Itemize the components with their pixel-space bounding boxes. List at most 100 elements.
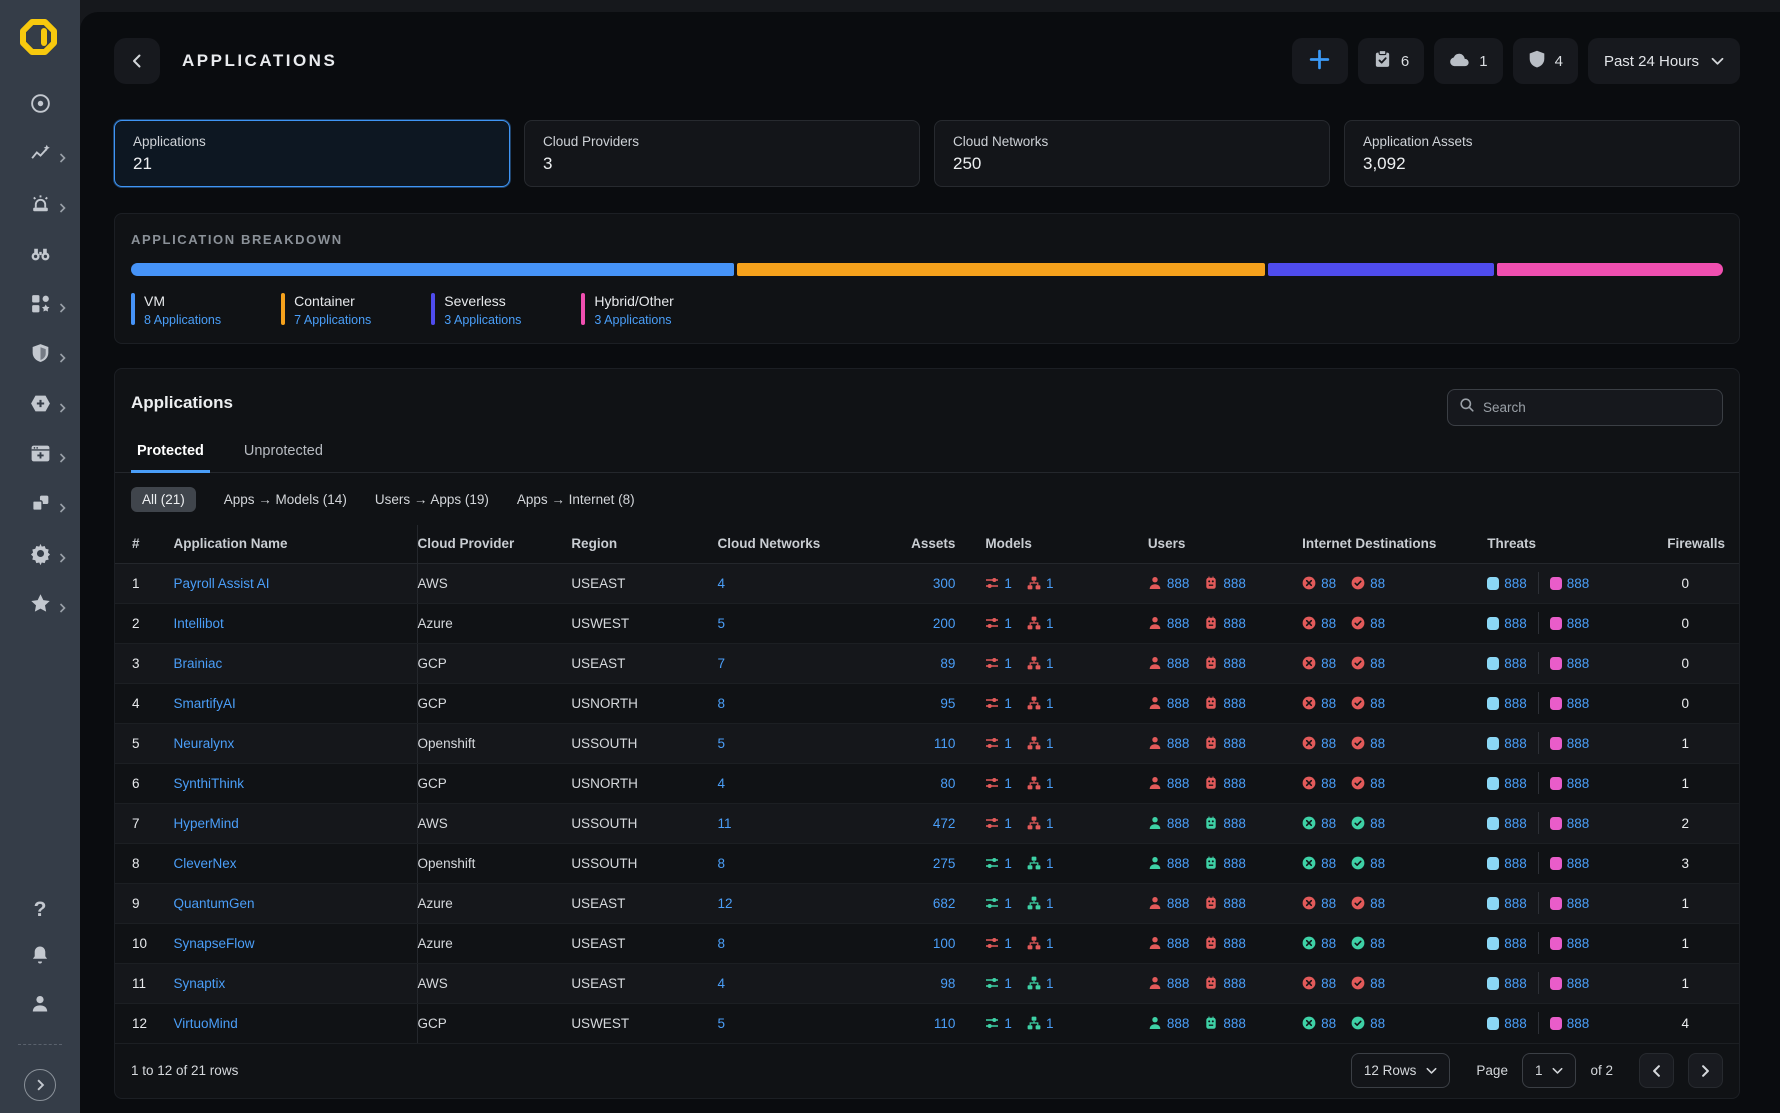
sidebar-item-favorites[interactable]: [20, 594, 60, 617]
application-link[interactable]: SmartifyAI: [173, 696, 235, 711]
hierarchy-count[interactable]: 1: [1046, 616, 1054, 631]
blocked-destination-count[interactable]: 88: [1321, 936, 1336, 951]
filter-apps-internet[interactable]: Apps → Internet (8): [517, 492, 635, 507]
tune-count[interactable]: 1: [1004, 696, 1012, 711]
threat-cyan-count[interactable]: 888: [1504, 976, 1527, 991]
sidebar-item-protection[interactable]: [20, 394, 60, 417]
assets-link[interactable]: 95: [940, 696, 955, 711]
sidebar-item-overview[interactable]: [20, 94, 60, 117]
assets-link[interactable]: 300: [933, 576, 956, 591]
application-link[interactable]: Intellibot: [173, 616, 223, 631]
hierarchy-count[interactable]: 1: [1046, 776, 1054, 791]
threat-pink-count[interactable]: 888: [1567, 576, 1590, 591]
threat-cyan-count[interactable]: 888: [1504, 776, 1527, 791]
assets-link[interactable]: 80: [940, 776, 955, 791]
threat-cyan-count[interactable]: 888: [1504, 816, 1527, 831]
application-link[interactable]: SynapseFlow: [173, 936, 254, 951]
cloud-networks-link[interactable]: 4: [717, 976, 725, 991]
user-count[interactable]: 888: [1167, 776, 1190, 791]
hierarchy-count[interactable]: 1: [1046, 736, 1054, 751]
search-input[interactable]: [1483, 400, 1711, 415]
breakdown-bar-segment-vm[interactable]: [131, 263, 734, 276]
stat-card-applications[interactable]: Applications 21: [114, 120, 510, 187]
allowed-destination-count[interactable]: 88: [1370, 936, 1385, 951]
bot-count[interactable]: 888: [1223, 856, 1246, 871]
blocked-destination-count[interactable]: 88: [1321, 656, 1336, 671]
assets-link[interactable]: 100: [933, 936, 956, 951]
bot-count[interactable]: 888: [1223, 736, 1246, 751]
hierarchy-count[interactable]: 1: [1046, 1016, 1054, 1031]
allowed-destination-count[interactable]: 88: [1370, 576, 1385, 591]
cloud-networks-link[interactable]: 12: [717, 896, 732, 911]
sidebar-item-assets[interactable]: [20, 294, 60, 317]
blocked-destination-count[interactable]: 88: [1321, 776, 1336, 791]
bot-count[interactable]: 888: [1223, 616, 1246, 631]
cloud-networks-link[interactable]: 8: [717, 856, 725, 871]
stat-card-application-assets[interactable]: Application Assets 3,092: [1344, 120, 1740, 187]
clouds-badge-button[interactable]: 1: [1434, 38, 1502, 84]
legend-count-link[interactable]: 3 Applications: [444, 313, 521, 327]
hierarchy-count[interactable]: 1: [1046, 856, 1054, 871]
sidebar-item-alerts[interactable]: [20, 194, 60, 217]
hierarchy-count[interactable]: 1: [1046, 576, 1054, 591]
cloud-networks-link[interactable]: 8: [717, 696, 725, 711]
sidebar-item-security[interactable]: [20, 344, 60, 367]
assets-link[interactable]: 682: [933, 896, 956, 911]
tune-count[interactable]: 1: [1004, 776, 1012, 791]
application-link[interactable]: Payroll Assist AI: [173, 576, 269, 591]
time-range-dropdown[interactable]: Past 24 Hours: [1588, 38, 1740, 84]
threat-pink-count[interactable]: 888: [1567, 856, 1590, 871]
blocked-destination-count[interactable]: 88: [1321, 896, 1336, 911]
blocked-destination-count[interactable]: 88: [1321, 976, 1336, 991]
threat-pink-count[interactable]: 888: [1567, 976, 1590, 991]
allowed-destination-count[interactable]: 88: [1370, 736, 1385, 751]
tune-count[interactable]: 1: [1004, 856, 1012, 871]
blocked-destination-count[interactable]: 88: [1321, 856, 1336, 871]
brand-logo-icon[interactable]: [17, 14, 63, 60]
expand-sidebar-button[interactable]: [24, 1069, 56, 1101]
user-count[interactable]: 888: [1167, 696, 1190, 711]
notifications-bell-icon[interactable]: [29, 944, 51, 971]
allowed-destination-count[interactable]: 88: [1370, 656, 1385, 671]
allowed-destination-count[interactable]: 88: [1370, 976, 1385, 991]
threat-cyan-count[interactable]: 888: [1504, 856, 1527, 871]
threat-cyan-count[interactable]: 888: [1504, 896, 1527, 911]
next-page-button[interactable]: [1688, 1053, 1723, 1088]
blocked-destination-count[interactable]: 88: [1321, 696, 1336, 711]
allowed-destination-count[interactable]: 88: [1370, 816, 1385, 831]
threat-cyan-count[interactable]: 888: [1504, 696, 1527, 711]
threat-cyan-count[interactable]: 888: [1504, 736, 1527, 751]
assets-link[interactable]: 110: [934, 1016, 956, 1031]
tune-count[interactable]: 1: [1004, 976, 1012, 991]
tab-protected[interactable]: Protected: [131, 443, 210, 473]
account-icon[interactable]: [29, 993, 51, 1020]
user-count[interactable]: 888: [1167, 616, 1190, 631]
assets-link[interactable]: 200: [933, 616, 956, 631]
user-count[interactable]: 888: [1167, 936, 1190, 951]
hierarchy-count[interactable]: 1: [1046, 656, 1054, 671]
filter-users-apps[interactable]: Users → Apps (19): [375, 492, 489, 507]
threat-pink-count[interactable]: 888: [1567, 616, 1590, 631]
user-count[interactable]: 888: [1167, 576, 1190, 591]
bot-count[interactable]: 888: [1223, 816, 1246, 831]
breakdown-bar-segment-severless[interactable]: [1268, 263, 1494, 276]
allowed-destination-count[interactable]: 88: [1370, 776, 1385, 791]
blocked-destination-count[interactable]: 88: [1321, 576, 1336, 591]
allowed-destination-count[interactable]: 88: [1370, 1016, 1385, 1031]
blocked-destination-count[interactable]: 88: [1321, 816, 1336, 831]
user-count[interactable]: 888: [1167, 656, 1190, 671]
bot-count[interactable]: 888: [1223, 696, 1246, 711]
tune-count[interactable]: 1: [1004, 936, 1012, 951]
cloud-networks-link[interactable]: 4: [717, 576, 725, 591]
assets-link[interactable]: 89: [940, 656, 955, 671]
threat-cyan-count[interactable]: 888: [1504, 936, 1527, 951]
cloud-networks-link[interactable]: 8: [717, 936, 725, 951]
allowed-destination-count[interactable]: 88: [1370, 856, 1385, 871]
breakdown-bar-segment-hybrid-other[interactable]: [1497, 263, 1723, 276]
blocked-destination-count[interactable]: 88: [1321, 736, 1336, 751]
stat-card-cloud-providers[interactable]: Cloud Providers 3: [524, 120, 920, 187]
threat-pink-count[interactable]: 888: [1567, 736, 1590, 751]
bot-count[interactable]: 888: [1223, 976, 1246, 991]
sidebar-item-insights[interactable]: [20, 144, 60, 167]
search-box[interactable]: [1447, 389, 1723, 426]
